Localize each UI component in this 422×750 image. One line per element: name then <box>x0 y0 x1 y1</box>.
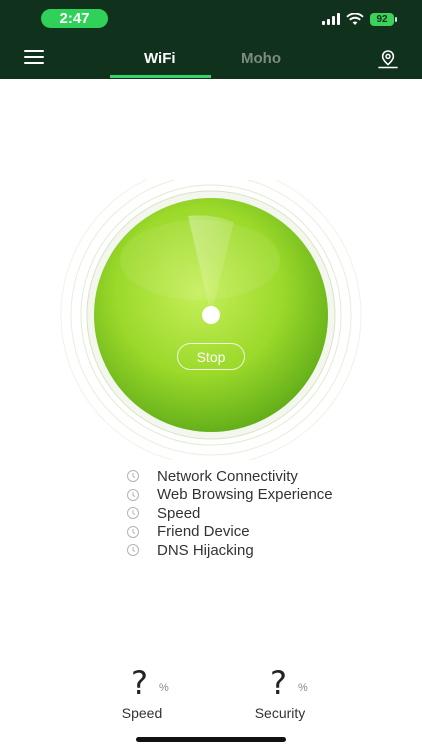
home-indicator[interactable] <box>136 737 286 742</box>
speed-unit: % <box>159 682 169 694</box>
security-label: Security <box>254 705 306 721</box>
security-value: ? <box>270 664 287 702</box>
status-time: 2:47 <box>41 9 108 28</box>
check-label: Friend Device <box>157 523 250 541</box>
clock-icon <box>127 525 139 538</box>
security-unit: % <box>298 682 308 694</box>
speed-value: ? <box>131 664 148 702</box>
clock-icon <box>127 544 139 557</box>
check-label: DNS Hijacking <box>157 541 254 559</box>
speed-label: Speed <box>121 705 163 721</box>
tab-wifi[interactable]: WiFi <box>144 50 176 67</box>
stop-button[interactable]: Stop <box>177 343 245 370</box>
clock-icon <box>127 488 139 501</box>
list-item: Friend Device <box>126 523 333 542</box>
scan-radar <box>60 180 362 460</box>
list-item: Speed <box>126 504 333 523</box>
check-label: Web Browsing Experience <box>157 486 333 504</box>
list-item: Network Connectivity <box>126 467 333 486</box>
list-item: DNS Hijacking <box>126 541 333 560</box>
check-list: Network Connectivity Web Browsing Experi… <box>126 467 333 560</box>
signal-icon <box>322 13 340 25</box>
active-tab-indicator <box>110 75 211 78</box>
app-header: 2:47 92 WiFi Moho <box>0 0 422 79</box>
clock-icon <box>127 507 139 520</box>
check-label: Speed <box>157 504 201 522</box>
clock-icon <box>127 470 139 483</box>
battery-icon: 92 <box>370 12 397 26</box>
tab-moho[interactable]: Moho <box>241 50 281 67</box>
menu-icon[interactable] <box>24 50 44 66</box>
status-icons: 92 <box>322 10 397 28</box>
check-label: Network Connectivity <box>157 467 298 485</box>
wifi-icon <box>346 12 364 25</box>
list-item: Web Browsing Experience <box>126 486 333 505</box>
location-icon[interactable] <box>377 48 399 70</box>
